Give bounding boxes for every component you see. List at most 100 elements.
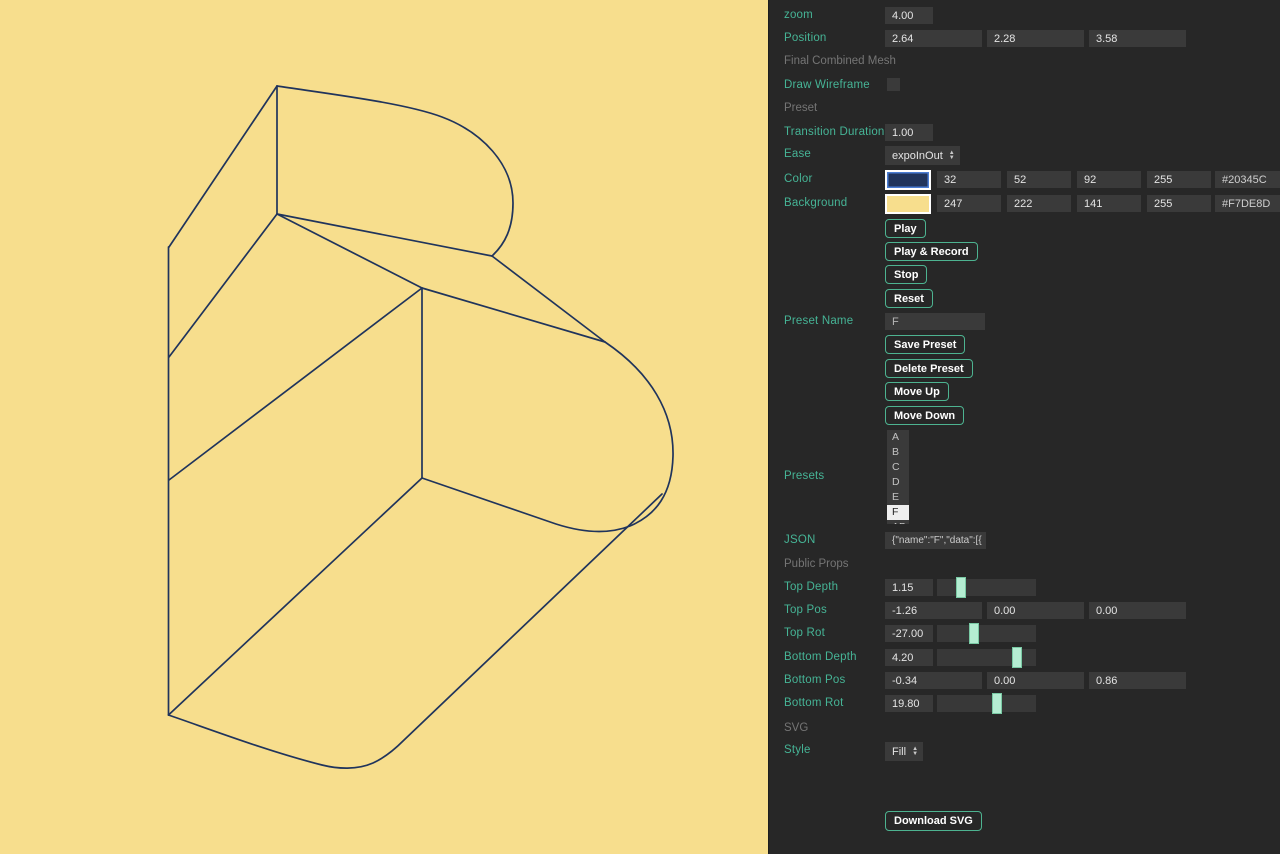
row-public-props: Public Props (769, 556, 1280, 578)
style-label: Style (784, 744, 811, 756)
background-b-input[interactable] (1077, 195, 1141, 212)
row-top-rot: Top Rot (769, 625, 1280, 647)
row-bottom-pos: Bottom Pos (769, 672, 1280, 694)
download-svg-button[interactable]: Download SVG (885, 811, 982, 831)
style-select[interactable]: Fill ▲▼ (885, 742, 923, 761)
draw-wireframe-checkbox[interactable] (887, 78, 900, 91)
background-hex-input[interactable] (1215, 195, 1280, 212)
draw-wireframe-label: Draw Wireframe (784, 79, 870, 91)
bottom-rot-label: Bottom Rot (784, 697, 844, 709)
row-background: Background (769, 195, 1280, 217)
control-panel: zoom Position Final Combined Mesh Draw W… (768, 0, 1280, 854)
save-preset-button[interactable]: Save Preset (885, 335, 965, 354)
position-y-input[interactable] (987, 30, 1084, 47)
row-color: Color (769, 171, 1280, 193)
preset-list-item-selected[interactable]: F (887, 505, 909, 520)
public-props-header: Public Props (784, 558, 849, 570)
top-depth-input[interactable] (885, 579, 933, 596)
preset-name-input[interactable] (885, 313, 985, 330)
play-button[interactable]: Play (885, 219, 926, 238)
bottom-rot-slider-handle[interactable] (992, 693, 1002, 714)
preset-name-label: Preset Name (784, 315, 853, 327)
position-z-input[interactable] (1089, 30, 1186, 47)
position-label: Position (784, 32, 827, 44)
row-zoom: zoom (769, 7, 1280, 29)
preset-list-item[interactable]: E (887, 490, 909, 505)
color-hex-input[interactable] (1215, 171, 1280, 188)
preset-list-item[interactable]: D (887, 475, 909, 490)
background-a-input[interactable] (1147, 195, 1211, 212)
top-pos-x-input[interactable] (885, 602, 982, 619)
zoom-input[interactable] (885, 7, 933, 24)
background-label: Background (784, 197, 847, 209)
color-swatch[interactable] (885, 170, 931, 190)
zoom-label: zoom (784, 9, 813, 21)
app-window: zoom Position Final Combined Mesh Draw W… (0, 0, 1280, 854)
color-a-input[interactable] (1147, 171, 1211, 188)
background-swatch[interactable] (885, 194, 931, 214)
row-presets: Presets A B C D E F AB (769, 430, 1280, 524)
preset-list-item[interactable]: C (887, 460, 909, 475)
top-rot-slider[interactable] (937, 625, 1036, 642)
row-bottom-rot: Bottom Rot (769, 695, 1280, 717)
bottom-depth-slider-handle[interactable] (1012, 647, 1022, 668)
transition-duration-input[interactable] (885, 124, 933, 141)
bottom-depth-slider[interactable] (937, 649, 1036, 666)
delete-preset-button[interactable]: Delete Preset (885, 359, 973, 378)
row-json: JSON {"name":"F","data":[{ (769, 532, 1280, 554)
preset-header: Preset (784, 102, 817, 114)
bottom-pos-z-input[interactable] (1089, 672, 1186, 689)
row-position: Position (769, 30, 1280, 52)
select-arrows-icon: ▲▼ (949, 151, 955, 160)
row-style: Style Fill ▲▼ (769, 742, 1280, 764)
render-canvas[interactable] (0, 0, 768, 854)
bottom-depth-input[interactable] (885, 649, 933, 666)
row-bottom-depth: Bottom Depth (769, 649, 1280, 671)
preset-list-item[interactable]: AB (887, 520, 909, 524)
top-pos-z-input[interactable] (1089, 602, 1186, 619)
top-depth-slider-handle[interactable] (956, 577, 966, 598)
top-depth-slider[interactable] (937, 579, 1036, 596)
json-label: JSON (784, 534, 815, 546)
bottom-pos-x-input[interactable] (885, 672, 982, 689)
row-final-combined-mesh: Final Combined Mesh (769, 53, 1280, 75)
color-label: Color (784, 173, 812, 185)
color-b-input[interactable] (1077, 171, 1141, 188)
row-preset-name: Preset Name (769, 313, 1280, 335)
json-input[interactable]: {"name":"F","data":[{ (885, 532, 986, 549)
ease-select-value: expoInOut (892, 150, 943, 162)
ease-label: Ease (784, 148, 811, 160)
row-draw-wireframe: Draw Wireframe (769, 77, 1280, 99)
bottom-pos-label: Bottom Pos (784, 674, 845, 686)
row-top-pos: Top Pos (769, 602, 1280, 624)
bottom-rot-slider[interactable] (937, 695, 1036, 712)
color-g-input[interactable] (1007, 171, 1071, 188)
top-rot-input[interactable] (885, 625, 933, 642)
row-ease: Ease expoInOut ▲▼ (769, 146, 1280, 168)
background-g-input[interactable] (1007, 195, 1071, 212)
svg-header: SVG (784, 722, 808, 734)
top-rot-slider-handle[interactable] (969, 623, 979, 644)
preset-list-item[interactable]: A (887, 430, 909, 445)
presets-listbox[interactable]: A B C D E F AB (887, 430, 909, 524)
letter-wireframe-svg (0, 0, 768, 854)
color-r-input[interactable] (937, 171, 1001, 188)
top-pos-label: Top Pos (784, 604, 827, 616)
bottom-pos-y-input[interactable] (987, 672, 1084, 689)
background-r-input[interactable] (937, 195, 1001, 212)
reset-button[interactable]: Reset (885, 289, 933, 308)
move-up-button[interactable]: Move Up (885, 382, 949, 401)
stop-button[interactable]: Stop (885, 265, 927, 284)
preset-list-item[interactable]: B (887, 445, 909, 460)
play-record-button[interactable]: Play & Record (885, 242, 978, 261)
row-svg-header: SVG (769, 720, 1280, 742)
final-combined-mesh-header: Final Combined Mesh (784, 55, 896, 67)
bottom-rot-input[interactable] (885, 695, 933, 712)
row-top-depth: Top Depth (769, 579, 1280, 601)
bottom-depth-label: Bottom Depth (784, 651, 857, 663)
top-rot-label: Top Rot (784, 627, 825, 639)
position-x-input[interactable] (885, 30, 982, 47)
top-pos-y-input[interactable] (987, 602, 1084, 619)
ease-select[interactable]: expoInOut ▲▼ (885, 146, 960, 165)
move-down-button[interactable]: Move Down (885, 406, 964, 425)
